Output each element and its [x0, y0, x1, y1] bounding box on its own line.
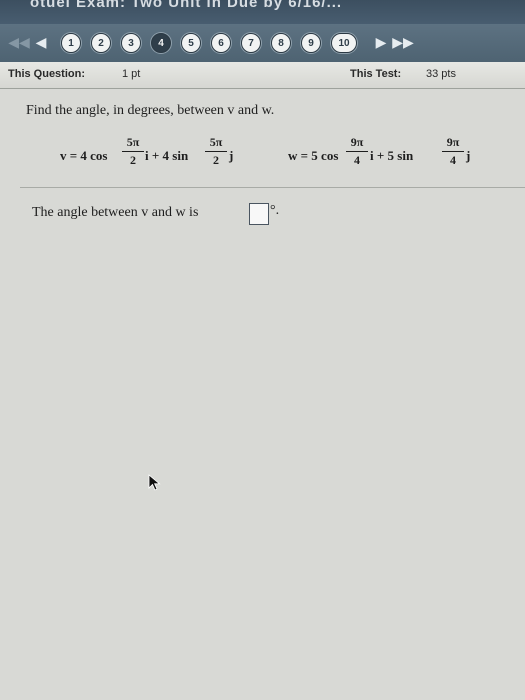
question-1-button[interactable]: 1 [61, 33, 81, 53]
last-question-button[interactable]: ▶▶ [392, 32, 414, 54]
w-expression-middle: i + 5 sin [370, 148, 414, 163]
w-fraction-1-denominator: 4 [354, 153, 360, 167]
v-expression-middle: i + 4 sin [145, 148, 189, 163]
question-2-button[interactable]: 2 [91, 33, 111, 53]
section-divider [20, 187, 525, 188]
w-fraction-1: 9π 4 [346, 135, 368, 168]
v-fraction-1: 5π 2 [122, 135, 144, 168]
question-points-label: This Question: [8, 68, 85, 80]
question-10-button[interactable]: 10 [331, 33, 357, 53]
question-3-button[interactable]: 3 [121, 33, 141, 53]
v-fraction-2: 5π 2 [205, 135, 227, 168]
v-fraction-2-denominator: 2 [213, 153, 219, 167]
v-expression-start: v = 4 cos [60, 148, 108, 163]
window-title-strip: otuel Exam: Two Unit in Due by 6/16/... [0, 0, 525, 24]
question-navigation-bar: ◀◀ ◀ 1 2 3 4 5 6 7 8 9 10 ▶ ▶▶ [0, 24, 525, 62]
window-title: otuel Exam: Two Unit in Due by 6/16/... [30, 0, 343, 11]
question-panel: Find the angle, in degrees, between v an… [0, 89, 525, 700]
question-5-button[interactable]: 5 [181, 33, 201, 53]
answer-prompt: The angle between v and w is [32, 205, 199, 220]
v-fraction-1-denominator: 2 [130, 153, 136, 167]
v-expression-end: j [229, 148, 234, 163]
v-fraction-1-numerator: 5π [122, 135, 144, 152]
angle-answer-input[interactable] [249, 203, 269, 225]
test-points-value: 33 pts [426, 68, 456, 80]
question-8-button[interactable]: 8 [271, 33, 291, 53]
w-fraction-2-numerator: 9π [442, 135, 464, 152]
mouse-cursor-icon [148, 474, 161, 491]
w-fraction-1-numerator: 9π [346, 135, 368, 152]
next-question-button[interactable]: ▶ [370, 32, 392, 54]
previous-question-button[interactable]: ◀ [30, 32, 52, 54]
score-info-bar: This Question: 1 pt This Test: 33 pts [0, 62, 525, 89]
first-question-button[interactable]: ◀◀ [8, 32, 30, 54]
question-points-value: 1 pt [122, 68, 141, 80]
w-fraction-2: 9π 4 [442, 135, 464, 168]
question-6-button[interactable]: 6 [211, 33, 231, 53]
w-fraction-2-denominator: 4 [450, 153, 456, 167]
w-expression-end: j [466, 148, 471, 163]
v-fraction-2-numerator: 5π [205, 135, 227, 152]
w-expression-start: w = 5 cos [288, 148, 339, 163]
question-prompt: Find the angle, in degrees, between v an… [26, 103, 275, 118]
degree-suffix: °. [270, 203, 280, 218]
question-9-button[interactable]: 9 [301, 33, 321, 53]
question-7-button[interactable]: 7 [241, 33, 261, 53]
question-4-button[interactable]: 4 [151, 33, 171, 53]
test-points-label: This Test: [350, 68, 402, 80]
